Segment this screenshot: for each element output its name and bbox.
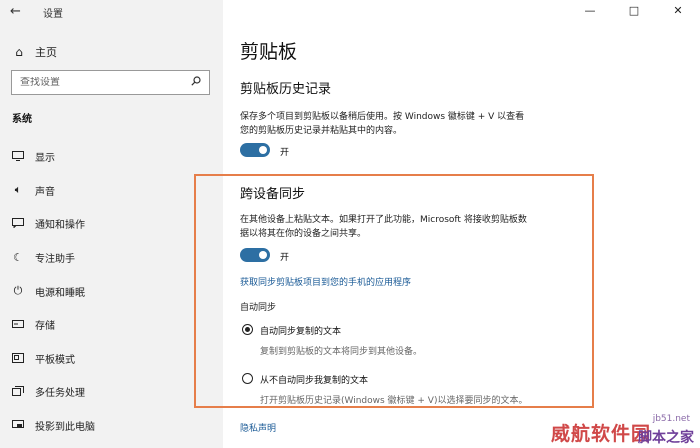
project-icon [10,420,26,430]
sidebar-item-power[interactable]: ⏻ 电源和睡眠 [0,281,223,301]
storage-icon [10,320,26,328]
search-icon[interactable] [191,76,201,86]
watermark: jb51.net 威航软件园 脚本之家 [551,412,696,448]
sidebar-item-multitasking[interactable]: 多任务处理 [0,381,223,401]
back-arrow-icon[interactable]: ← [10,4,21,19]
sidebar-item-display[interactable]: 显示 [0,146,223,166]
home-icon: ⌂ [15,45,23,59]
watermark-site: jb51.net [652,414,690,424]
sidebar-item-focus-assist[interactable]: ☾ 专注助手 [0,247,223,267]
tablet-mode-icon [10,353,26,363]
watermark-text-2: 脚本之家 [638,430,694,446]
watermark-text-1: 威航软件园 [551,423,652,445]
app-title: 设置 [43,9,63,20]
highlight-box [194,174,594,408]
sidebar-item-project[interactable]: 投影到此电脑 [0,415,223,435]
close-icon[interactable]: ✕ [656,0,700,22]
search-box[interactable] [11,70,210,95]
history-heading: 剪贴板历史记录 [240,82,332,97]
sidebar-item-tablet-mode[interactable]: 平板模式 [0,348,223,368]
focus-assist-icon: ☾ [13,250,23,264]
history-description: 保存多个项目到剪贴板以备稍后使用。按 Windows 徽标键 + V 以查看 您… [240,112,525,136]
history-toggle[interactable] [240,143,270,157]
search-input[interactable] [12,77,190,88]
privacy-link[interactable]: 隐私声明 [240,421,276,434]
sound-icon: 🔈︎ [14,183,22,196]
sidebar-item-notifications[interactable]: 通知和操作 [0,213,223,233]
sidebar-item-storage[interactable]: 存储 [0,314,223,334]
page-title: 剪贴板 [240,41,298,63]
history-toggle-label: 开 [280,148,290,158]
multitasking-icon [10,386,26,396]
sidebar-home[interactable]: ⌂ 主页 [12,44,57,60]
sidebar-home-label: 主页 [35,46,57,59]
maximize-icon[interactable]: □ [612,0,656,22]
sidebar: ← 设置 ⌂ 主页 系统 显示 🔈︎ 声音 通知和操作 ☾ 专注助手 ⏻ 电源和… [0,0,223,448]
display-icon [10,151,26,161]
sidebar-section-system: 系统 [12,114,32,125]
window-controls: — □ ✕ [568,0,700,22]
power-icon: ⏻ [13,284,23,297]
notification-icon [10,218,26,228]
minimize-icon[interactable]: — [568,0,612,22]
sidebar-item-sound[interactable]: 🔈︎ 声音 [0,180,223,200]
